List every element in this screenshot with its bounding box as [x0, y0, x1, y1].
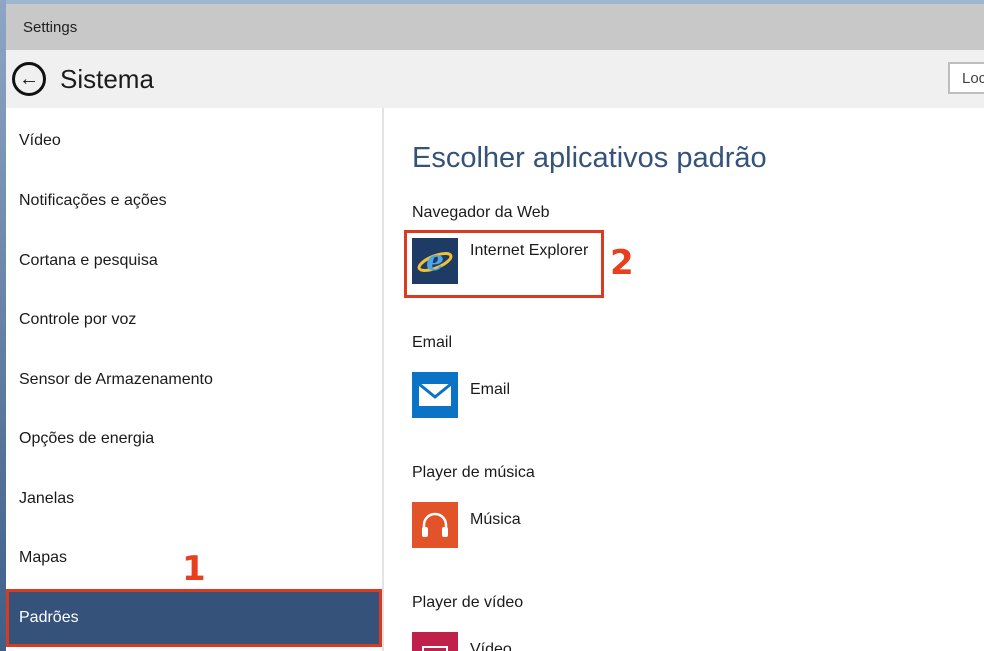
- default-app-video[interactable]: Vídeo: [412, 632, 512, 651]
- sidebar-item-label: Vídeo: [19, 132, 61, 149]
- title-bar[interactable]: Settings: [6, 4, 984, 50]
- sidebar-item-label: Controle por voz: [19, 311, 137, 328]
- sidebar: Vídeo Notificações e ações Cortana e pes…: [6, 108, 384, 651]
- sidebar-item-cortana[interactable]: Cortana e pesquisa: [6, 232, 382, 290]
- mail-icon: [412, 372, 458, 418]
- annotation-number-1: 1: [182, 549, 206, 589]
- sidebar-item-defaults[interactable]: Padrões: [6, 589, 382, 647]
- sidebar-item-label: Notificações e ações: [19, 192, 167, 209]
- group-label-email: Email: [412, 334, 453, 351]
- page-title: Sistema: [60, 63, 154, 94]
- sidebar-item-label: Opções de energia: [19, 430, 155, 447]
- sidebar-item-video[interactable]: Vídeo: [6, 112, 382, 170]
- app-name: Vídeo: [470, 641, 512, 651]
- app-name: Internet Explorer: [470, 242, 589, 259]
- svg-text:e: e: [426, 244, 444, 277]
- sidebar-item-label: Janelas: [19, 490, 75, 507]
- sidebar-item-notifications[interactable]: Notificações e ações: [6, 172, 382, 230]
- content-pane: Escolher aplicativos padrão Navegador da…: [384, 108, 984, 651]
- sidebar-item-label: Sensor de Armazenamento: [19, 371, 213, 388]
- sidebar-item-storage-sense[interactable]: Sensor de Armazenamento: [6, 351, 382, 409]
- window-title: Settings: [23, 18, 78, 36]
- annotation-number-2: 2: [610, 243, 634, 283]
- settings-window: Settings ← Sistema Loca Vídeo Notificaçõ…: [6, 4, 984, 651]
- sidebar-item-voice-control[interactable]: Controle por voz: [6, 291, 382, 349]
- sidebar-item-label: Cortana e pesquisa: [19, 252, 158, 269]
- sidebar-item-power-options[interactable]: Opções de energia: [6, 410, 382, 468]
- search-input-text: Loca: [962, 70, 984, 87]
- app-name: Música: [470, 511, 521, 528]
- default-app-music[interactable]: Música: [412, 502, 521, 548]
- back-arrow-icon: ←: [19, 68, 39, 90]
- page-header: ← Sistema Loca: [6, 50, 984, 108]
- section-heading: Escolher aplicativos padrão: [412, 142, 767, 174]
- headphones-icon: [412, 502, 458, 548]
- app-name: Email: [470, 381, 511, 398]
- sidebar-item-label: Padrões: [19, 609, 79, 626]
- default-app-web-browser[interactable]: e Internet Explorer: [412, 238, 588, 284]
- back-button[interactable]: ←: [12, 62, 46, 96]
- group-label-web-browser: Navegador da Web: [412, 204, 550, 221]
- search-input[interactable]: Loca: [948, 62, 984, 94]
- group-label-video-player: Player de vídeo: [412, 594, 524, 611]
- internet-explorer-icon: e: [412, 238, 458, 284]
- video-icon: [412, 632, 458, 651]
- sidebar-item-label: Mapas: [19, 549, 68, 566]
- default-app-email[interactable]: Email: [412, 372, 510, 418]
- sidebar-item-windows[interactable]: Janelas: [6, 470, 382, 528]
- group-label-music-player: Player de música: [412, 464, 535, 481]
